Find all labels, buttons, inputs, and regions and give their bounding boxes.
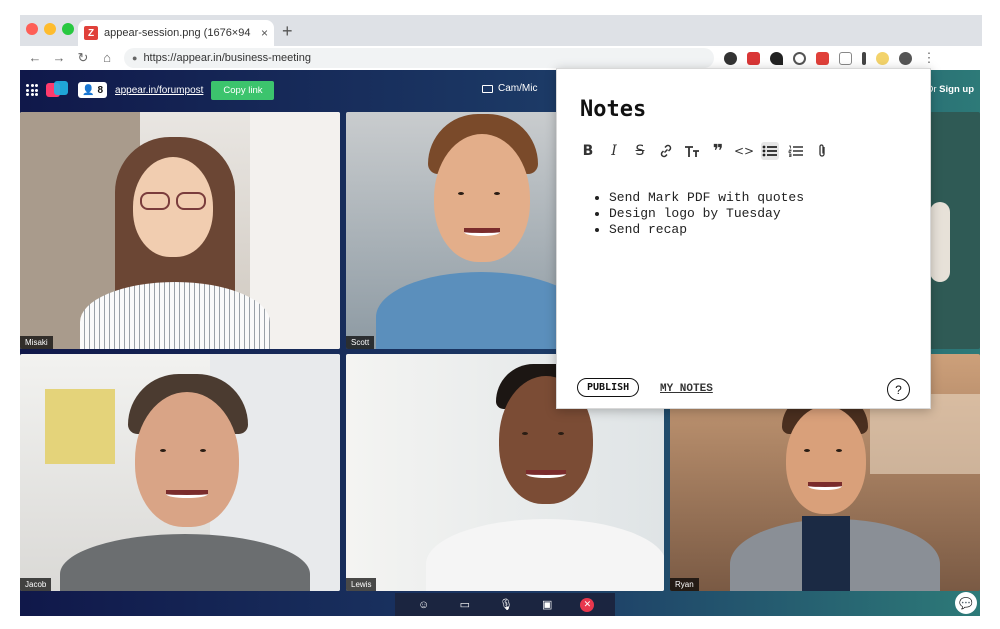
browser-menu-icon[interactable]: ⋮ (922, 51, 936, 65)
participant-name: Lewis (346, 578, 377, 591)
extension-icon[interactable] (793, 51, 806, 65)
participant-name: Ryan (670, 578, 699, 591)
call-controls: ☺ ▭ 🎙 ▣ ✕ (395, 593, 615, 616)
participant-name: Scott (346, 336, 375, 349)
extension-icon[interactable] (816, 51, 829, 65)
extension-icon[interactable] (839, 51, 852, 65)
extension-icon[interactable] (770, 51, 783, 65)
tab-title: appear-session.png (1676×94 (104, 27, 251, 39)
new-tab-button[interactable]: + (282, 22, 293, 40)
copy-link-button[interactable]: Copy link (211, 80, 275, 100)
heading-icon[interactable] (683, 142, 701, 160)
notes-format-toolbar: B I S ❞ <> (579, 141, 831, 162)
microphone-icon[interactable]: 🎙 (498, 597, 514, 613)
minimize-window-button[interactable] (44, 23, 56, 35)
numbered-list-icon[interactable] (787, 142, 805, 160)
my-notes-link[interactable]: MY NOTES (660, 383, 713, 395)
video-tile[interactable] (930, 112, 980, 349)
extension-icon[interactable] (724, 51, 737, 65)
bold-icon[interactable]: B (579, 142, 597, 160)
camera-icon[interactable]: ▣ (539, 597, 555, 613)
close-window-button[interactable] (26, 23, 38, 35)
tab-close-icon[interactable]: × (261, 26, 268, 40)
participants-badge[interactable]: 👤 8 (78, 82, 108, 98)
notes-extension-icon[interactable] (876, 51, 889, 65)
help-button[interactable]: ? (887, 378, 910, 401)
italic-icon[interactable]: I (605, 142, 623, 160)
address-url: https://appear.in/business-meeting (143, 52, 311, 64)
signup-link[interactable]: Or Sign up (926, 84, 974, 95)
browser-tab[interactable]: Z appear-session.png (1676×94 × (78, 20, 274, 46)
leave-icon[interactable]: ✕ (580, 597, 595, 612)
bullet-list-icon[interactable] (761, 142, 779, 160)
room-link[interactable]: appear.in/forumpost (115, 85, 203, 96)
camera-icon (482, 84, 493, 93)
participant-name: Misaki (20, 336, 53, 349)
extension-icon[interactable] (862, 51, 866, 65)
video-tile[interactable]: Jacob (20, 354, 340, 591)
list-item[interactable]: Send Mark PDF with quotes (609, 190, 804, 206)
site-info-icon[interactable]: ● (132, 53, 137, 63)
list-item[interactable]: Design logo by Tuesday (609, 206, 804, 222)
home-button[interactable]: ⌂ (100, 51, 114, 65)
code-icon[interactable]: <> (734, 142, 754, 160)
participant-count: 8 (97, 84, 104, 96)
smiley-icon[interactable]: ☺ (416, 597, 432, 613)
tab-favicon-icon: Z (84, 26, 98, 40)
link-icon[interactable] (657, 142, 675, 160)
cam-mic-button[interactable]: Cam/Mic (482, 83, 537, 94)
publish-button[interactable]: PUBLISH (577, 378, 640, 397)
notes-content[interactable]: Send Mark PDF with quotes Design logo by… (609, 190, 804, 238)
appear-in-logo-icon (46, 81, 70, 99)
notes-title: Notes (580, 97, 647, 122)
back-button[interactable]: ← (28, 51, 42, 65)
profile-avatar-icon[interactable] (899, 51, 912, 65)
apps-grid-icon[interactable] (26, 84, 38, 96)
screenshot: Z appear-session.png (1676×94 × + ← → ↻ … (0, 0, 1000, 629)
zoom-window-button[interactable] (62, 23, 74, 35)
video-tile[interactable]: Scott (346, 112, 558, 349)
screen-share-icon[interactable]: ▭ (457, 597, 473, 613)
person-icon: 👤 (82, 84, 95, 96)
signup-label: Sign up (939, 84, 974, 95)
quote-icon[interactable]: ❞ (709, 141, 727, 162)
chat-bubble-icon[interactable]: 💬 (955, 592, 977, 614)
strikethrough-icon[interactable]: S (631, 142, 649, 160)
forward-button[interactable]: → (52, 51, 66, 65)
browser-window-chrome: Z appear-session.png (1676×94 × + ← → ↻ … (20, 15, 982, 70)
browser-toolbar: ← → ↻ ⌂ ● https://appear.in/business-mee… (20, 46, 982, 70)
cam-mic-label: Cam/Mic (498, 83, 538, 94)
video-tile[interactable]: Misaki (20, 112, 340, 349)
reload-button[interactable]: ↻ (76, 51, 90, 65)
notes-panel: Notes B I S ❞ <> Send Mark PDF wit (556, 68, 931, 409)
extension-icon[interactable] (747, 51, 760, 65)
attachment-icon[interactable] (813, 142, 831, 160)
address-bar[interactable]: ● https://appear.in/business-meeting (124, 48, 714, 68)
participant-name: Jacob (20, 578, 52, 591)
list-item[interactable]: Send recap (609, 222, 804, 238)
